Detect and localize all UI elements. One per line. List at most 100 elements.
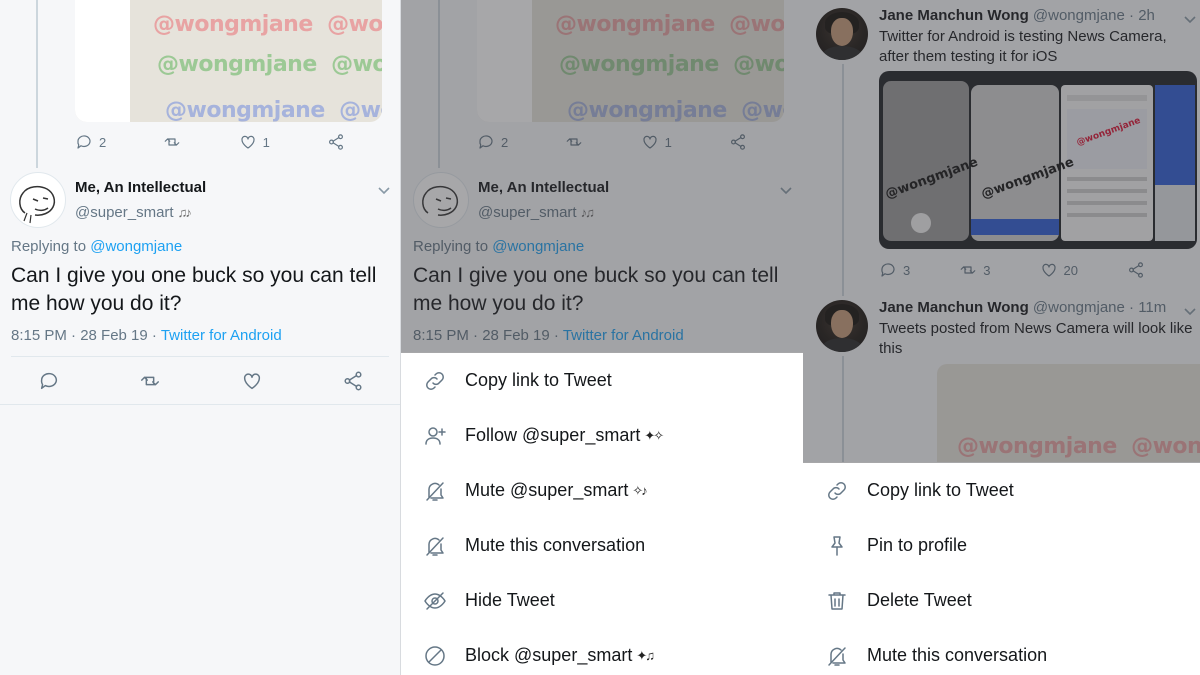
meme-face-icon [19,185,56,224]
like-button[interactable]: 1 [641,133,672,151]
link-icon [825,479,849,503]
share-icon [1129,262,1143,278]
avatar[interactable] [10,172,66,228]
avatar[interactable] [413,172,469,228]
menu-delete-tweet[interactable]: Delete Tweet [803,573,1200,628]
tweet-actions [38,369,364,393]
tweet-image[interactable]: @wongmjane @wongmjane @wongmjane @wongmj… [75,0,382,122]
tweet-image[interactable]: @wongmjane @wongmjane @wongmjane [879,71,1197,249]
heart-icon [243,373,260,390]
replying-to-link[interactable]: @wongmjane [492,238,584,255]
link-icon [423,369,447,393]
reply-icon [881,263,895,277]
thread-line [842,356,844,462]
author-name[interactable]: Jane Manchun Wong @wongmjane · 11m [879,299,1166,316]
menu-label: Delete Tweet [867,590,972,610]
author-name[interactable]: Me, An Intellectual [478,179,609,196]
author-handle[interactable]: @wongmjane [1033,299,1125,316]
author-handle[interactable]: @super_smart ♪♫ [478,204,595,221]
tweet-detail-panel: @wongmjane @wongmjane @wongmjane @wongmj… [0,0,401,675]
hide-icon [423,589,447,613]
author-name[interactable]: Me, An Intellectual [75,179,206,196]
emoji-icon: ✧♪ [632,482,647,498]
menu-copy-link[interactable]: Copy link to Tweet [401,353,803,408]
menu-mute-user[interactable]: Mute @super_smart ✧♪ [401,463,803,518]
follow-icon [423,424,447,448]
share-icon [329,134,343,150]
reply-icon [479,135,493,149]
tweet-actions: 3 3 20 [879,258,1145,282]
share-icon [344,371,362,391]
menu-label: Hide Tweet [465,590,555,610]
tweet-text: Twitter for Android is testing News Came… [879,28,1167,65]
like-button[interactable]: 20 [1040,261,1078,279]
tweet-image[interactable]: @wongmjane @wongmjane [937,364,1200,462]
heart-icon [642,135,657,149]
menu-label: Mute this conversation [867,645,1048,665]
menu-follow[interactable]: Follow @super_smart ✦✧ [401,408,803,463]
menu-copy-link[interactable]: Copy link to Tweet [803,463,1200,518]
reply-button[interactable]: 2 [477,133,508,151]
tweet-time: · 2h [1129,7,1155,24]
trash-icon [825,589,849,613]
avatar[interactable] [816,8,868,60]
replying-to-link[interactable]: @wongmjane [90,238,182,255]
menu-label: Block @super_smart [465,645,633,665]
menu-mute-conversation[interactable]: Mute this conversation [401,518,803,573]
retweet-button[interactable] [565,133,583,151]
source-link[interactable]: Twitter for Android [161,327,282,344]
like-button[interactable] [241,370,263,392]
chevron-down-icon[interactable] [1183,304,1197,316]
avatar[interactable] [816,300,868,352]
share-button[interactable] [729,133,747,151]
menu-block-user[interactable]: Block @super_smart ✦♫ [401,628,803,675]
menu-pin-profile[interactable]: Pin to profile [803,518,1200,573]
mute-icon [423,479,447,503]
chevron-down-icon[interactable] [779,183,793,195]
chevron-down-icon[interactable] [377,183,391,195]
emoji-icon: ✦♫ [636,647,655,663]
retweet-icon [960,266,976,274]
like-button[interactable]: 1 [239,133,270,151]
reply-button[interactable] [38,370,60,392]
tweet-text: Can I give you one buck so you can tell … [413,264,779,315]
reply-options-panel: @wongmjane @wongmjane @wongmjane @wongmj… [401,0,803,675]
watermark-text: @wongmjane [153,12,313,37]
retweet-button[interactable] [139,370,161,392]
reply-button[interactable]: 3 [879,261,910,279]
divider [11,356,389,357]
reply-button[interactable]: 2 [75,133,106,151]
mute-icon [825,644,849,668]
thread-line [842,64,844,296]
image-watermark: @wongmjane [957,434,1117,459]
tweet-image[interactable]: @wongmjane @wongmjane @wongmjane @wongmj… [477,0,784,122]
source-link[interactable]: Twitter for Android [563,327,684,344]
share-button[interactable] [327,133,345,151]
divider [0,404,400,405]
own-tweet-options-panel: Jane Manchun Wong @wongmjane · 2h Twitte… [803,0,1200,675]
parent-tweet-actions: 2 1 [75,130,345,154]
share-button[interactable] [342,370,364,392]
author-handle[interactable]: @wongmjane [1033,7,1125,24]
menu-label: Mute this conversation [465,535,646,555]
retweet-button[interactable] [163,133,181,151]
menu-hide-tweet[interactable]: Hide Tweet [401,573,803,628]
author-handle[interactable]: @super_smart ♫♪ [75,204,192,221]
chevron-down-icon[interactable] [1183,12,1197,24]
tweet-text: Can I give you one buck so you can tell … [11,264,377,315]
thread-line [438,0,440,168]
author-name[interactable]: Jane Manchun Wong @wongmjane · 2h [879,7,1155,24]
retweet-icon [567,138,582,146]
share-icon [731,134,745,150]
retweet-icon [165,138,180,146]
retweet-button[interactable]: 3 [959,261,990,279]
reply-icon [77,135,91,149]
mute-icon [423,534,447,558]
tweet-timestamp: 8:15 PM · 28 Feb 19 · Twitter for Androi… [11,327,282,344]
menu-mute-conversation[interactable]: Mute this conversation [803,628,1200,675]
heart-icon [1041,263,1056,277]
share-button[interactable] [1127,261,1145,279]
retweet-icon [141,376,160,386]
heart-icon [240,135,255,149]
menu-label: Copy link to Tweet [867,480,1014,500]
